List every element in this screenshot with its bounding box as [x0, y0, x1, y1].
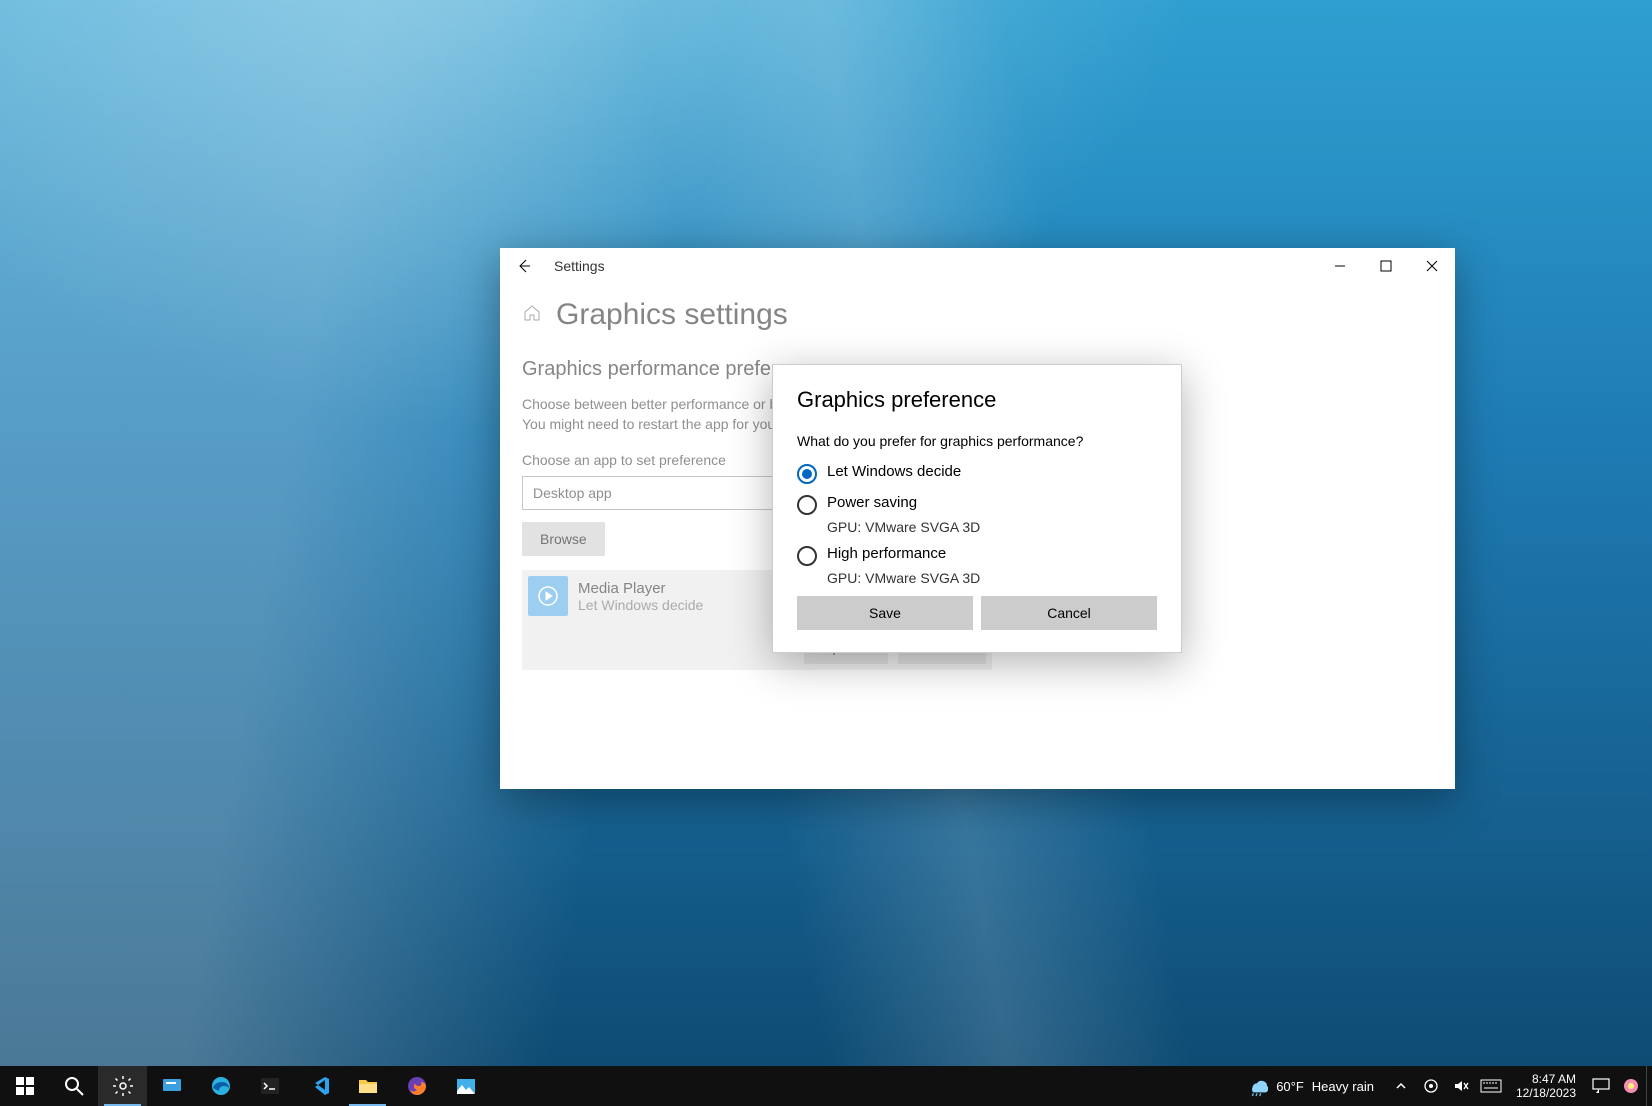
back-button[interactable]	[500, 248, 548, 284]
media-player-icon	[528, 576, 568, 616]
window-title: Settings	[548, 258, 605, 274]
taskbar-app-settings[interactable]	[98, 1066, 147, 1106]
taskbar: 60°F Heavy rain 8:47 AM 12/18/2023	[0, 1066, 1652, 1106]
action-center-button[interactable]	[1586, 1066, 1616, 1106]
close-button[interactable]	[1409, 248, 1455, 284]
app-type-select-value: Desktop app	[533, 485, 612, 501]
titlebar: Settings	[500, 248, 1455, 284]
radio-let-windows-decide[interactable]: Let Windows decide	[797, 463, 1157, 484]
weather-rain-icon	[1246, 1075, 1268, 1097]
clock-date: 12/18/2023	[1516, 1086, 1576, 1100]
radio-icon	[797, 546, 817, 566]
tray-app-icon[interactable]	[1616, 1066, 1646, 1106]
graphics-preference-dialog: Graphics preference What do you prefer f…	[772, 364, 1182, 653]
weather-temp: 60°F	[1276, 1079, 1304, 1094]
taskbar-app-vscode[interactable]	[294, 1066, 343, 1106]
dialog-title: Graphics preference	[797, 387, 1157, 413]
app-name: Media Player	[578, 580, 703, 597]
taskbar-app-photos[interactable]	[441, 1066, 490, 1106]
desktop: Settings Graphics settings Graphics perf…	[0, 0, 1652, 1106]
maximize-button[interactable]	[1363, 248, 1409, 284]
radio-label: Let Windows decide	[827, 463, 961, 480]
show-desktop-button[interactable]	[1646, 1066, 1652, 1106]
taskbar-app-edge[interactable]	[196, 1066, 245, 1106]
taskbar-app-terminal[interactable]	[245, 1066, 294, 1106]
clock-time: 8:47 AM	[1516, 1072, 1576, 1086]
tray-volume-muted-icon[interactable]	[1446, 1066, 1476, 1106]
dialog-question: What do you prefer for graphics performa…	[797, 433, 1157, 449]
tray-meet-now-icon[interactable]	[1416, 1066, 1446, 1106]
search-button[interactable]	[49, 1066, 98, 1106]
radio-power-saving[interactable]: Power saving	[797, 494, 1157, 515]
home-icon[interactable]	[522, 303, 542, 328]
radio-high-performance[interactable]: High performance	[797, 545, 1157, 566]
taskbar-app-firefox[interactable]	[392, 1066, 441, 1106]
minimize-button[interactable]	[1317, 248, 1363, 284]
save-button[interactable]: Save	[797, 596, 973, 630]
taskbar-app-explorer[interactable]	[343, 1066, 392, 1106]
weather-widget[interactable]: 60°F Heavy rain	[1234, 1066, 1386, 1106]
radio-icon	[797, 464, 817, 484]
tray-input-indicator[interactable]	[1476, 1066, 1506, 1106]
page-title: Graphics settings	[556, 298, 788, 332]
browse-button[interactable]: Browse	[522, 522, 605, 556]
radio-sublabel: GPU: VMware SVGA 3D	[827, 570, 1157, 586]
start-button[interactable]	[0, 1066, 49, 1106]
weather-text: Heavy rain	[1312, 1079, 1374, 1094]
radio-icon	[797, 495, 817, 515]
radio-label: Power saving	[827, 494, 917, 511]
app-preference: Let Windows decide	[578, 597, 703, 613]
taskbar-app-generic1[interactable]	[147, 1066, 196, 1106]
cancel-button[interactable]: Cancel	[981, 596, 1157, 630]
radio-label: High performance	[827, 545, 946, 562]
taskbar-clock[interactable]: 8:47 AM 12/18/2023	[1506, 1072, 1586, 1101]
radio-sublabel: GPU: VMware SVGA 3D	[827, 519, 1157, 535]
tray-overflow[interactable]	[1386, 1066, 1416, 1106]
